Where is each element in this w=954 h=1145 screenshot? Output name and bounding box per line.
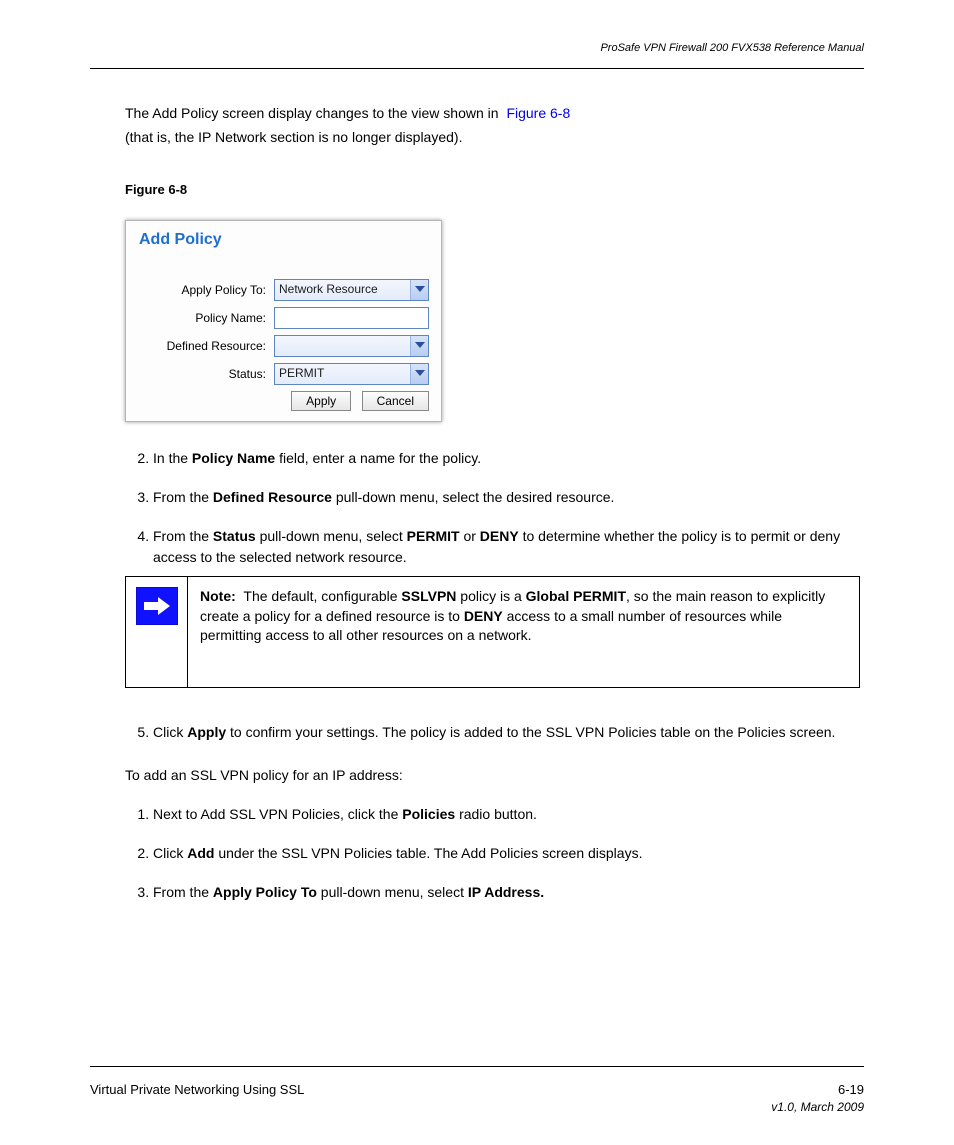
- intro-line-2: (that is, the IP Network section is no l…: [125, 128, 859, 147]
- step-2: In the Policy Name field, enter a name f…: [153, 448, 859, 469]
- footer-right: 6-19: [838, 1082, 864, 1097]
- procedure-heading: To add an SSL VPN policy for an IP addre…: [125, 765, 859, 786]
- apply-policy-to-label: Apply Policy To:: [141, 283, 266, 297]
- add-policy-dialog: Add Policy Apply Policy To: Network Reso…: [125, 220, 442, 422]
- figure-label: Figure 6-8: [125, 182, 187, 197]
- note-label: Note:: [200, 588, 236, 604]
- header-rule: [90, 68, 864, 69]
- figure-caption: Figure 6-8: [125, 182, 195, 197]
- defined-resource-label: Defined Resource:: [141, 339, 266, 353]
- apply-policy-to-value: Network Resource: [279, 282, 378, 296]
- steps-block-1: In the Policy Name field, enter a name f…: [125, 448, 859, 586]
- stepb-3: From the Apply Policy To pull-down menu,…: [153, 882, 859, 903]
- apply-policy-to-select[interactable]: Network Resource: [274, 279, 429, 301]
- arrow-right-icon: [136, 587, 178, 625]
- policy-name-input[interactable]: [274, 307, 429, 329]
- status-label: Status:: [141, 367, 266, 381]
- steps-block-2: Click Apply to confirm your settings. Th…: [125, 722, 859, 921]
- footer-rule: [90, 1066, 864, 1067]
- status-select[interactable]: PERMIT: [274, 363, 429, 385]
- status-value: PERMIT: [279, 366, 324, 380]
- apply-button[interactable]: Apply: [291, 391, 351, 411]
- note-box: Note: The default, configurable SSLVPN p…: [125, 576, 860, 688]
- page-header-right: ProSafe VPN Firewall 200 FVX538 Referenc…: [600, 42, 864, 54]
- footer-version: v1.0, March 2009: [771, 1100, 864, 1114]
- dialog-title: Add Policy: [139, 231, 222, 249]
- chevron-down-icon: [410, 364, 428, 384]
- defined-resource-select[interactable]: [274, 335, 429, 357]
- step-5: Click Apply to confirm your settings. Th…: [153, 722, 859, 743]
- intro-line-1: The Add Policy screen display changes to…: [125, 104, 859, 123]
- step-3: From the Defined Resource pull-down menu…: [153, 487, 859, 508]
- stepb-1: Next to Add SSL VPN Policies, click the …: [153, 804, 859, 825]
- intro-text-1: The Add Policy screen display changes to…: [125, 105, 499, 121]
- chevron-down-icon: [410, 336, 428, 356]
- figure-ref-link[interactable]: Figure 6-8: [506, 105, 570, 121]
- stepb-2: Click Add under the SSL VPN Policies tab…: [153, 843, 859, 864]
- cancel-button[interactable]: Cancel: [362, 391, 429, 411]
- policy-name-label: Policy Name:: [141, 311, 266, 325]
- note-text: The default, configurable SSLVPN policy …: [200, 588, 825, 643]
- step-4: From the Status pull-down menu, select P…: [153, 526, 859, 568]
- chevron-down-icon: [410, 280, 428, 300]
- footer-left: Virtual Private Networking Using SSL: [90, 1082, 304, 1097]
